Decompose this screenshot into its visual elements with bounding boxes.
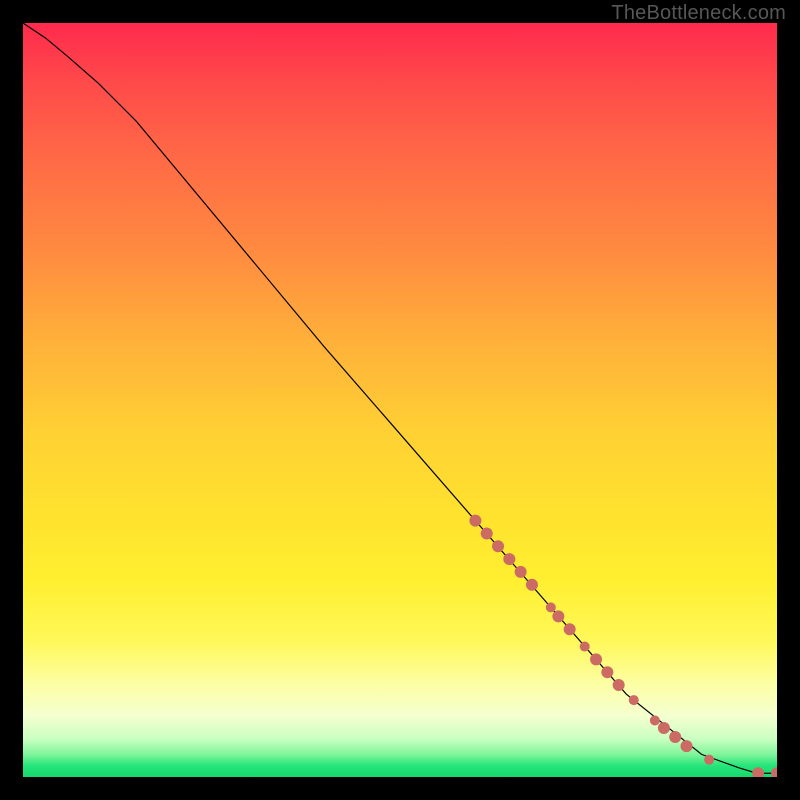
data-marker (658, 722, 670, 734)
data-marker (546, 602, 556, 612)
marker-group (469, 515, 777, 777)
curve-line (23, 23, 777, 773)
data-marker (681, 740, 693, 752)
data-marker (580, 642, 590, 652)
data-marker (590, 653, 602, 665)
data-marker (481, 527, 493, 539)
data-marker (669, 731, 681, 743)
data-marker (613, 679, 625, 691)
data-marker (771, 767, 777, 777)
data-marker (752, 767, 764, 777)
data-marker (526, 579, 538, 591)
plot-area (23, 23, 777, 777)
data-marker (704, 755, 714, 765)
data-marker (629, 695, 639, 705)
data-marker (515, 566, 527, 578)
data-marker (564, 623, 576, 635)
data-marker (492, 540, 504, 552)
data-marker (469, 515, 481, 527)
attribution-text: TheBottleneck.com (611, 2, 786, 25)
chart-svg (23, 23, 777, 777)
chart-container: { "attribution": "TheBottleneck.com", "c… (0, 0, 800, 800)
data-marker (552, 610, 564, 622)
data-marker (601, 666, 613, 678)
data-marker (650, 715, 660, 725)
data-marker (503, 553, 515, 565)
